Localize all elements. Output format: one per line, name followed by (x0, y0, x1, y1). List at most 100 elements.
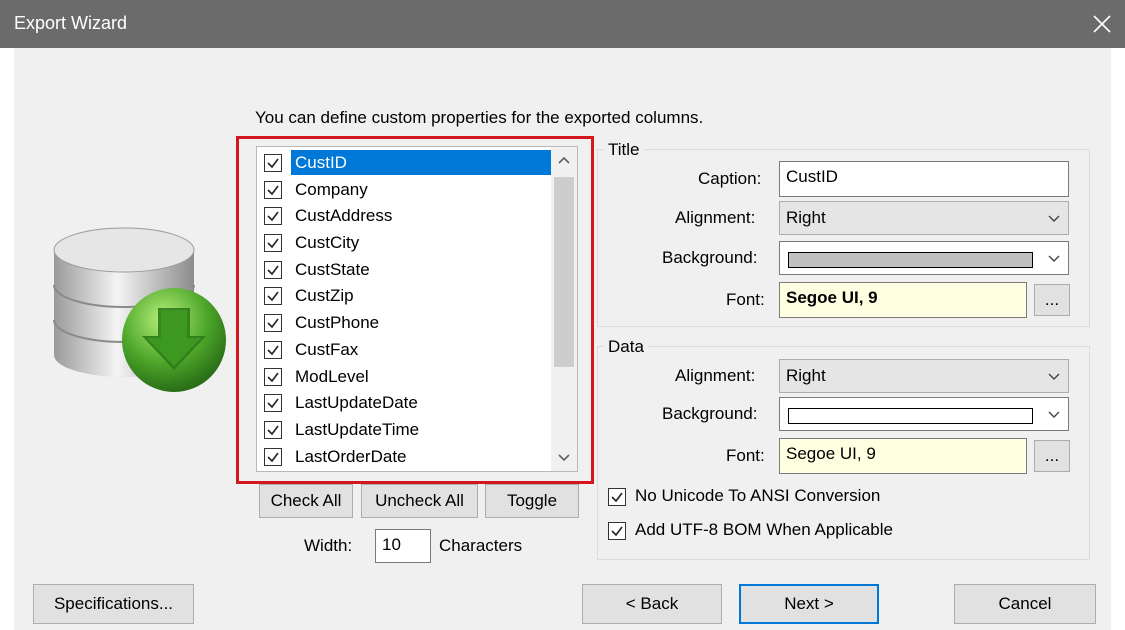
column-checkbox[interactable] (264, 394, 282, 413)
column-checklist[interactable]: CustID Company CustAddress CustCity CustStat… (256, 146, 578, 472)
chevron-up-icon (558, 156, 570, 164)
specifications-button[interactable]: Specifications... (33, 584, 194, 624)
checkmark-icon (611, 492, 623, 503)
title-font-browse-label: ... (1044, 290, 1060, 309)
checkmark-icon (267, 158, 279, 169)
column-list-item[interactable]: CustFax (257, 337, 553, 364)
column-list-item[interactable]: CustAddress (257, 203, 553, 230)
checkmark-icon (267, 291, 279, 302)
toggle-label: Toggle (506, 491, 558, 510)
scroll-up-button[interactable] (551, 147, 577, 173)
checkmark-icon (267, 425, 279, 436)
chevron-down-icon (1048, 215, 1060, 222)
column-list-item[interactable]: CustState (257, 257, 553, 284)
uncheck-all-button[interactable]: Uncheck All (361, 484, 478, 518)
checkmark-icon (267, 372, 279, 382)
caption-input[interactable]: CustID (779, 161, 1069, 197)
toggle-button[interactable]: Toggle (485, 484, 579, 518)
chevron-down-icon (1048, 255, 1060, 262)
data-font-browse-button[interactable]: ... (1034, 440, 1070, 472)
next-label: Next > (784, 594, 834, 613)
column-checkbox[interactable] (264, 180, 282, 199)
checkmark-icon (267, 185, 279, 195)
column-list-item[interactable]: CustPhone (257, 310, 553, 337)
column-label: LastOrderDate (295, 446, 407, 466)
back-button[interactable]: < Back (582, 584, 722, 624)
data-font-label: Font: (726, 446, 765, 465)
column-checkbox[interactable] (264, 447, 282, 466)
title-font-browse-button[interactable]: ... (1034, 284, 1070, 316)
scroll-thumb[interactable] (554, 177, 574, 367)
list-scrollbar[interactable] (551, 147, 577, 471)
column-list-item[interactable]: CustID (257, 150, 553, 177)
column-checkbox[interactable] (264, 154, 282, 172)
chevron-down-icon (1048, 411, 1060, 418)
data-alignment-label: Alignment: (675, 366, 756, 385)
column-checkbox[interactable] (264, 340, 282, 359)
column-label: CustFax (295, 339, 359, 359)
title-background-swatch (788, 252, 1033, 268)
data-font-field: Segoe UI, 9 (779, 438, 1027, 474)
intro-text: You can define custom properties for the… (255, 108, 704, 127)
column-list-item[interactable]: Company (257, 177, 553, 204)
column-label: CustAddress (295, 206, 393, 226)
width-unit-label: Characters (439, 536, 523, 555)
title-font-label: Font: (726, 290, 765, 309)
column-label: Company (295, 179, 368, 199)
specifications-label: Specifications... (53, 594, 174, 613)
column-checkbox[interactable] (264, 260, 282, 279)
back-label: < Back (625, 594, 679, 613)
data-background-select[interactable] (779, 397, 1069, 431)
column-list-item[interactable]: LastOrderDate (257, 444, 553, 471)
chevron-down-icon (1048, 373, 1060, 380)
scroll-down-button[interactable] (551, 445, 577, 471)
checkmark-icon (267, 265, 279, 275)
checkmark-icon (611, 526, 623, 537)
column-checkbox[interactable] (264, 420, 282, 439)
column-list-item[interactable]: LastUpdateTime (257, 417, 553, 444)
caption-label: Caption: (698, 169, 762, 188)
column-list-item[interactable]: ModLevel (257, 364, 553, 391)
title-background-select[interactable] (779, 241, 1069, 275)
utf8-bom-label[interactable]: Add UTF-8 BOM When Applicable (635, 520, 893, 540)
title-background-label: Background: (662, 248, 758, 267)
column-label: LastUpdateTime (295, 419, 420, 439)
column-label: LastUpdateDate (295, 393, 418, 413)
title-bar: Export Wizard (0, 0, 1125, 48)
checkmark-icon (267, 452, 279, 462)
column-checkbox[interactable] (264, 234, 282, 253)
data-background-label: Background: (662, 404, 758, 423)
checkmark-icon (267, 318, 279, 329)
data-alignment-select[interactable]: Right (779, 359, 1069, 393)
close-button[interactable] (1079, 0, 1125, 48)
check-all-button[interactable]: Check All (259, 484, 353, 518)
cancel-label: Cancel (998, 594, 1052, 613)
column-list-item[interactable]: CustCity (257, 230, 553, 257)
chevron-down-icon (558, 454, 570, 462)
column-checkbox[interactable] (264, 287, 282, 306)
column-checkbox[interactable] (264, 314, 282, 333)
uncheck-all-label: Uncheck All (375, 491, 464, 510)
column-label: ModLevel (295, 366, 369, 386)
data-font-browse-label: ... (1044, 446, 1060, 465)
checkmark-icon (267, 238, 279, 249)
no-unicode-label[interactable]: No Unicode To ANSI Conversion (635, 486, 880, 506)
width-input[interactable]: 10 (375, 529, 431, 563)
cancel-button[interactable]: Cancel (954, 584, 1096, 624)
column-list-item[interactable]: LastUpdateDate (257, 390, 553, 417)
column-list-item[interactable]: CustZip (257, 283, 553, 310)
check-all-label: Check All (270, 491, 342, 510)
no-unicode-checkbox[interactable] (608, 488, 626, 506)
title-alignment-select[interactable]: Right (779, 201, 1069, 235)
close-icon (1093, 15, 1111, 33)
title-group-heading: Title (604, 140, 644, 160)
column-label: CustPhone (295, 313, 380, 333)
column-checkbox[interactable] (264, 367, 282, 386)
title-font-field: Segoe UI, 9 (779, 282, 1027, 318)
next-button[interactable]: Next > (739, 584, 879, 624)
title-alignment-label: Alignment: (675, 208, 756, 227)
utf8-bom-checkbox[interactable] (608, 522, 626, 540)
title-alignment-value: Right (786, 208, 826, 227)
database-export-icon (53, 227, 226, 392)
column-checkbox[interactable] (264, 207, 282, 226)
